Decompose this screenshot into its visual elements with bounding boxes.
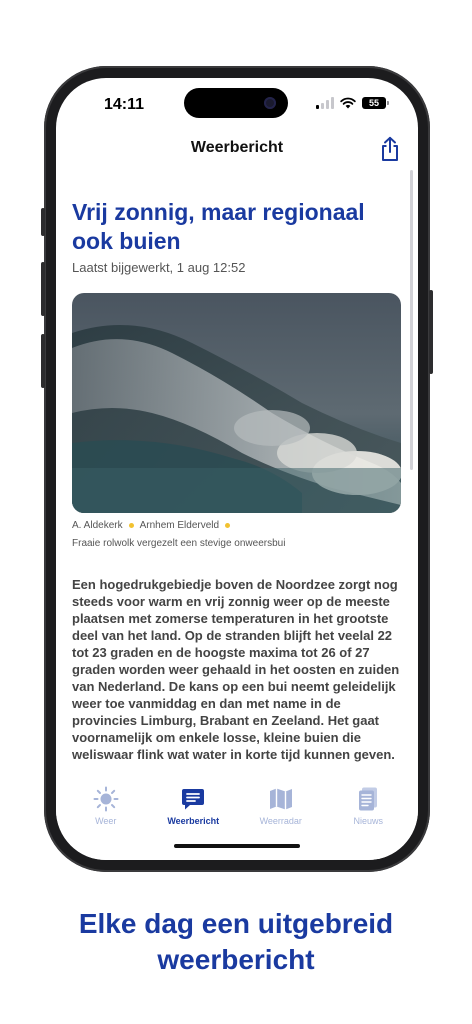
news-icon — [359, 787, 378, 811]
battery-icon: 55 — [362, 97, 389, 109]
side-button-power — [429, 290, 433, 374]
credit-dot — [128, 523, 134, 528]
tab-nieuws[interactable]: Nieuws — [328, 786, 408, 860]
tab-label: Weer — [95, 816, 117, 826]
promo-line-2: weerbericht — [157, 944, 315, 975]
article-photo — [72, 293, 401, 513]
article-updated: Laatst bijgewerkt, 1 aug 12:52 — [72, 260, 246, 275]
map-icon — [269, 788, 292, 810]
tab-weerradar[interactable]: Weerradar — [241, 786, 321, 860]
promo-caption: Elke dag een uitgebreid weerbericht — [0, 906, 472, 978]
tab-label: Nieuws — [353, 816, 383, 826]
home-indicator[interactable] — [174, 844, 300, 848]
side-button-mute — [41, 208, 45, 236]
tab-label: Weerbericht — [167, 816, 220, 826]
side-button-volume-up — [41, 262, 45, 316]
side-button-volume-down — [41, 334, 45, 388]
share-button[interactable] — [378, 136, 402, 162]
dynamic-island — [184, 88, 288, 118]
promo-line-1: Elke dag een uitgebreid — [78, 908, 394, 939]
app-screen: 14:11 55 Weerbericht Vrij zonnig, maar r… — [56, 78, 418, 860]
photo-caption: Fraaie rolwolk vergezelt een stevige onw… — [72, 538, 286, 549]
article-body: Een hogedrukgebiedje boven de Noordzee z… — [72, 577, 400, 762]
status-time: 14:11 — [104, 96, 145, 113]
wifi-icon — [340, 97, 356, 109]
tab-weerbericht[interactable]: Weerbericht — [153, 786, 233, 860]
tab-weer[interactable]: Weer — [66, 786, 146, 860]
nav-title: Weerbericht — [190, 139, 284, 156]
battery-level: 55 — [368, 97, 379, 108]
message-icon — [182, 789, 205, 810]
scrollbar[interactable] — [410, 170, 413, 470]
article-headline: Vrij zonnig, maar regionaal ook buien — [72, 199, 365, 254]
credit-location: Arnhem Elderveld — [139, 520, 220, 531]
credit-author: A. Aldekerk — [72, 520, 123, 531]
tab-label: Weerradar — [259, 816, 302, 826]
photo-credits: A. Aldekerk Arnhem Elderveld — [72, 520, 231, 531]
sun-icon — [93, 786, 119, 812]
cellular-signal-icon — [316, 97, 334, 109]
credit-dot — [225, 523, 231, 528]
status-icons: 55 — [316, 97, 389, 109]
camera-icon — [264, 97, 276, 109]
share-icon — [382, 136, 398, 161]
